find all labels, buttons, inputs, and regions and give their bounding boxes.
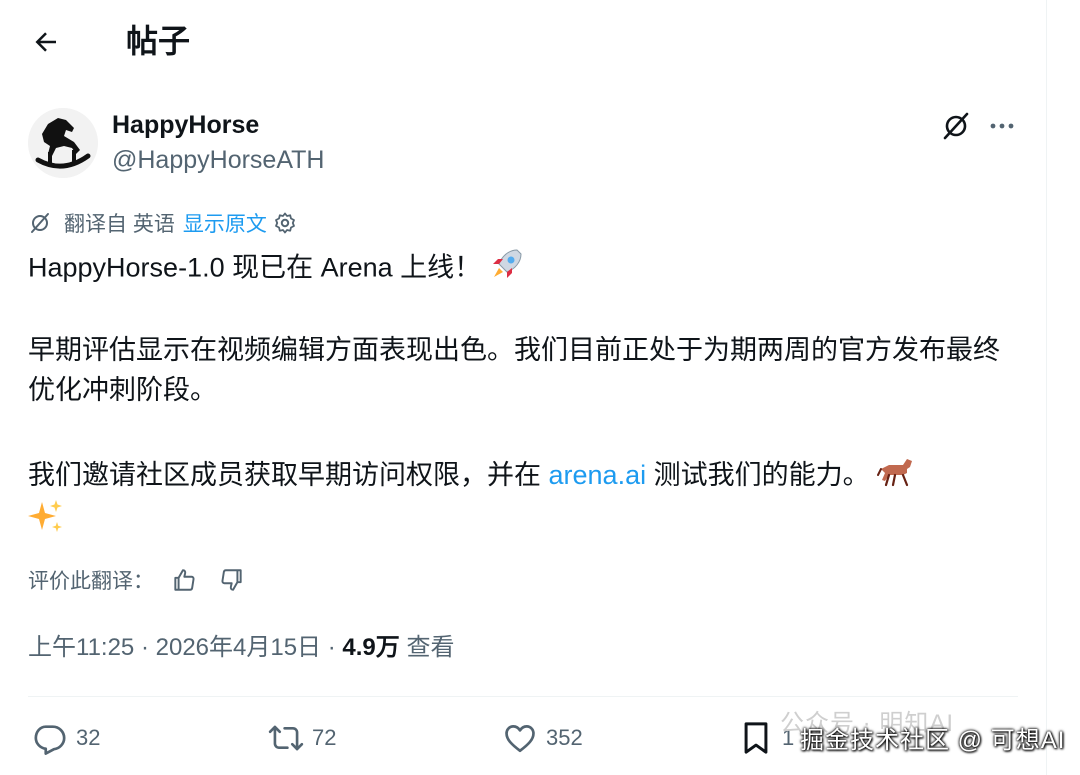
grok-button[interactable] — [936, 106, 976, 146]
meta-separator: · — [140, 634, 149, 661]
rate-translation: 评价此翻译： — [28, 562, 250, 598]
post-paragraph-2: 早期评估显示在视频编辑方面表现出色。我们目前正处于为期两周的官方发布最终优化冲刺… — [28, 335, 1000, 405]
post-line-1: HappyHorse-1.0 现已在 Arena 上线！ — [28, 246, 1018, 293]
repost-icon — [266, 718, 306, 758]
post-paragraph-3-after: 测试我们的能力。 — [646, 460, 870, 490]
like-count: 352 — [546, 725, 583, 750]
show-original-link[interactable]: 显示原文 — [183, 208, 267, 238]
thumbs-down-icon[interactable] — [214, 562, 250, 598]
reply-icon — [30, 718, 70, 758]
like-button[interactable]: 352 — [500, 716, 583, 760]
divider — [28, 696, 1018, 697]
more-icon — [990, 123, 1014, 129]
repost-button[interactable]: 72 — [266, 716, 336, 760]
translate-icon — [28, 210, 54, 236]
reply-count: 32 — [76, 725, 101, 750]
post-meta: 上午11:25 · 2026年4月15日 · 4.9万 查看 — [28, 630, 454, 666]
horse-emoji — [877, 455, 915, 498]
post-date[interactable]: 2026年4月15日 — [156, 634, 321, 661]
header: 帖子 — [0, 0, 1046, 80]
reply-button[interactable]: 32 — [30, 716, 100, 760]
rocket-emoji — [489, 246, 525, 293]
avatar[interactable] — [28, 108, 98, 178]
more-button[interactable] — [982, 106, 1022, 146]
post-line-1-text: HappyHorse-1.0 现已在 Arena 上线！ — [28, 252, 482, 283]
post-paragraph-3: 我们邀请社区成员获取早期访问权限，并在 arena.ai 测试我们的能力。 — [28, 455, 1018, 545]
views-label: 查看 — [406, 634, 455, 661]
grok-icon — [943, 112, 969, 140]
back-button[interactable] — [26, 22, 66, 62]
back-arrow-icon — [35, 32, 56, 52]
watermark-overlay: 掘金技术社区 @ 可想AI — [800, 727, 1066, 754]
page-title: 帖子 — [126, 23, 191, 59]
post-time[interactable]: 上午11:25 — [28, 634, 134, 661]
column-border — [1046, 0, 1047, 775]
bookmark-icon — [736, 718, 776, 758]
translation-label: 翻译自 英语 — [64, 213, 175, 236]
author-display-name[interactable]: HappyHorse — [112, 110, 259, 140]
views-count: 4.9万 — [342, 634, 400, 661]
like-icon — [500, 718, 540, 758]
rate-label: 评价此翻译： — [28, 570, 154, 593]
rocking-horse-logo — [28, 108, 98, 178]
thumbs-up-icon[interactable] — [166, 562, 202, 598]
arena-link[interactable]: arena.ai — [549, 460, 647, 490]
repost-count: 72 — [312, 725, 337, 750]
meta-separator: · — [327, 634, 336, 661]
author-handle[interactable]: @HappyHorseATH — [112, 145, 324, 175]
post-paragraph-3-before: 我们邀请社区成员获取早期访问权限，并在 — [28, 460, 549, 490]
translation-notice: 翻译自 英语 显示原文 — [28, 207, 299, 239]
sparkles-emoji — [28, 498, 64, 545]
settings-icon[interactable] — [273, 210, 299, 236]
